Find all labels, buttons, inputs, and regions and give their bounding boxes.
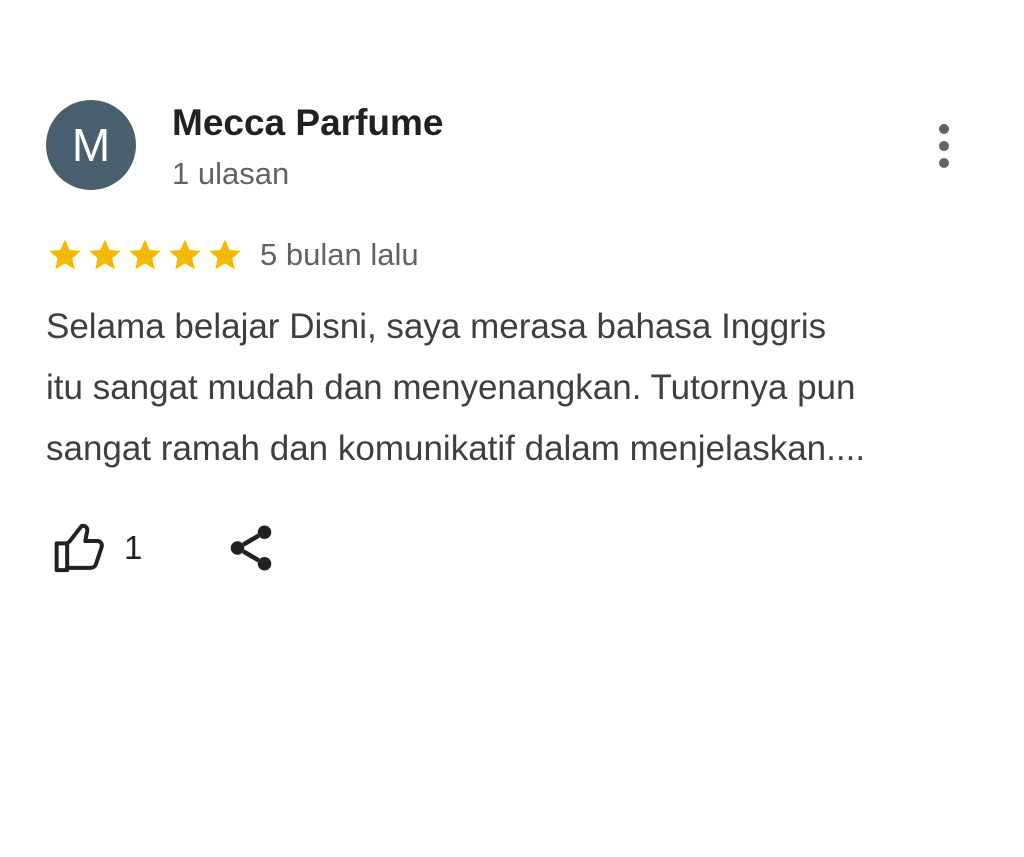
star-icon bbox=[89, 239, 121, 270]
avatar-initial: M bbox=[71, 119, 111, 171]
rating-row: 5 bulan lalu bbox=[46, 236, 419, 274]
like-button[interactable]: 1 bbox=[52, 518, 142, 578]
review-text[interactable]: Selama belajar Disni, saya merasa bahasa… bbox=[46, 296, 996, 479]
reviewer-review-count: 1 ulasan bbox=[172, 156, 290, 191]
reviewer-name[interactable]: Mecca Parfume bbox=[172, 102, 443, 144]
more-vert-icon bbox=[939, 124, 949, 134]
share-icon bbox=[230, 525, 272, 571]
more-vert-icon-dot bbox=[939, 141, 949, 151]
share-button[interactable] bbox=[224, 520, 278, 576]
star-icon bbox=[169, 239, 201, 270]
more-options-button[interactable] bbox=[920, 118, 968, 174]
star-icon bbox=[209, 239, 241, 270]
like-count: 1 bbox=[124, 529, 143, 566]
more-vert-icon-dot bbox=[939, 158, 949, 168]
star-icon bbox=[49, 239, 81, 270]
review-date: 5 bulan lalu bbox=[260, 237, 419, 272]
review-card: M Mecca Parfume 1 ulasan 5 bulan lalu Se… bbox=[0, 0, 1024, 857]
thumb-up-icon bbox=[54, 523, 104, 573]
star-rating bbox=[46, 236, 246, 274]
star-icon bbox=[129, 239, 161, 270]
avatar[interactable]: M bbox=[46, 100, 136, 190]
